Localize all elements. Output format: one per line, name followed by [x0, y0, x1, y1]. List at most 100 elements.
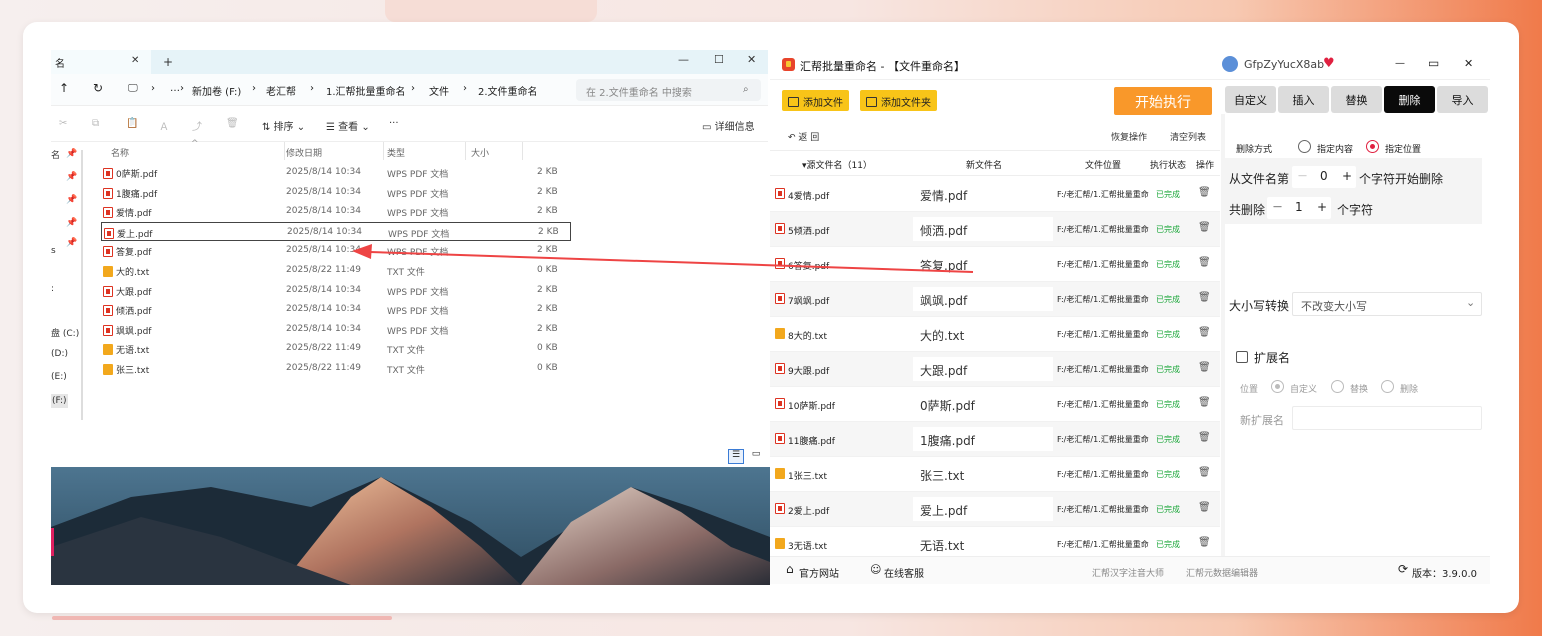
grid-row[interactable]: 6答复.pdf 答复.pdf F:/老汇帮/1.汇帮批量重命 已完成 🗑: [770, 247, 1220, 282]
add-file-button[interactable]: 添加文件: [782, 90, 849, 111]
nav-item[interactable]: 名: [51, 148, 60, 161]
cut-icon[interactable]: ✂: [59, 118, 67, 129]
app-maximize-button[interactable]: ▭: [1428, 56, 1439, 70]
trash-icon[interactable]: 🗑: [1198, 222, 1211, 233]
delete-count-value[interactable]: 1: [1295, 200, 1303, 214]
sort-button[interactable]: ⇅ 排序 ⌄: [262, 118, 305, 133]
decrement-icon[interactable]: —: [1298, 171, 1307, 181]
minimize-button[interactable]: —: [678, 53, 689, 66]
trash-icon[interactable]: 🗑: [1198, 502, 1211, 513]
column-type[interactable]: 类型: [387, 146, 405, 159]
start-position-stepper[interactable]: — 0 +: [1292, 166, 1356, 188]
back-button[interactable]: ↶ 返 回: [788, 130, 819, 143]
trash-icon[interactable]: 🗑: [1198, 362, 1211, 373]
rename-icon[interactable]: Ａ: [159, 118, 169, 133]
list-view-icon[interactable]: ☰: [728, 449, 744, 464]
grid-row[interactable]: 10萨斯.pdf 0萨斯.pdf F:/老汇帮/1.汇帮批量重命 已完成 🗑: [770, 387, 1220, 422]
option-delete[interactable]: 删除: [1400, 382, 1418, 395]
start-button[interactable]: 开始执行: [1114, 87, 1212, 115]
radio-replace[interactable]: [1331, 380, 1344, 393]
drive-f[interactable]: (F:): [51, 394, 68, 408]
pinyin-tool-link[interactable]: 汇帮汉字注音大师: [1092, 566, 1164, 579]
user-avatar[interactable]: [1222, 56, 1238, 72]
app-minimize-button[interactable]: —: [1395, 58, 1405, 69]
extension-checkbox[interactable]: [1236, 351, 1248, 363]
explorer-tab[interactable]: 名 ✕: [51, 50, 151, 74]
file-row[interactable]: 无语.txt 2025/8/22 11:49 TXT 文件 0 KB: [101, 339, 571, 358]
view-button[interactable]: ☰ 查看 ⌄: [326, 118, 370, 133]
trash-icon[interactable]: 🗑: [1198, 187, 1211, 198]
close-tab-icon[interactable]: ✕: [131, 55, 139, 66]
nav-item[interactable]: :: [51, 284, 54, 294]
increment-icon[interactable]: +: [1317, 200, 1327, 214]
tile-view-icon[interactable]: ▭: [748, 449, 764, 464]
trash-icon[interactable]: 🗑: [1198, 432, 1211, 443]
col-new-name[interactable]: 新文件名: [966, 158, 1002, 171]
user-name[interactable]: GfpZyYucX8ab: [1244, 58, 1324, 71]
tab-replace[interactable]: 替换: [1331, 86, 1382, 113]
app-close-button[interactable]: ✕: [1464, 57, 1473, 70]
column-name[interactable]: 名称: [111, 146, 129, 159]
file-row[interactable]: 飒飒.pdf 2025/8/14 10:34 WPS PDF 文档 2 KB: [101, 320, 571, 339]
tab-import[interactable]: 导入: [1437, 86, 1488, 113]
more-path-icon[interactable]: …: [170, 83, 180, 94]
trash-icon[interactable]: 🗑: [1198, 467, 1211, 478]
breadcrumb-item[interactable]: 1.汇帮批量重命名: [326, 83, 406, 98]
grid-row[interactable]: 4爱情.pdf 爱情.pdf F:/老汇帮/1.汇帮批量重命 已完成 🗑: [770, 177, 1220, 212]
add-folder-button[interactable]: 添加文件夹: [860, 90, 937, 111]
paste-icon[interactable]: 📋: [126, 118, 138, 129]
column-date[interactable]: 修改日期: [286, 146, 322, 159]
col-path[interactable]: 文件位置: [1085, 158, 1121, 171]
grid-row[interactable]: 5倾洒.pdf 倾洒.pdf F:/老汇帮/1.汇帮批量重命 已完成 🗑: [770, 212, 1220, 247]
restore-button[interactable]: 恢复操作: [1111, 130, 1147, 143]
breadcrumb-item[interactable]: 文件: [429, 83, 449, 98]
trash-icon[interactable]: 🗑: [1198, 397, 1211, 408]
vip-heart-icon[interactable]: ♥: [1323, 56, 1335, 71]
radio-specified-position[interactable]: [1366, 140, 1379, 153]
tab-insert[interactable]: 插入: [1278, 86, 1329, 113]
increment-icon[interactable]: +: [1342, 169, 1352, 183]
details-pane-button[interactable]: ▭ 详细信息: [702, 118, 755, 133]
col-status[interactable]: 执行状态: [1150, 158, 1186, 171]
breadcrumb-item[interactable]: 老汇帮: [266, 83, 296, 98]
file-row[interactable]: 爱情.pdf 2025/8/14 10:34 WPS PDF 文档 2 KB: [101, 202, 571, 221]
tab-custom[interactable]: 自定义: [1225, 86, 1276, 113]
radio-custom[interactable]: [1271, 380, 1284, 393]
new-extension-input[interactable]: [1292, 406, 1482, 430]
clear-list-button[interactable]: 清空列表: [1170, 130, 1206, 143]
case-convert-select[interactable]: 不改变大小写 ⌄: [1292, 292, 1482, 316]
support-link[interactable]: 在线客服: [884, 565, 924, 580]
grid-row[interactable]: 2爱上.pdf 爱上.pdf F:/老汇帮/1.汇帮批量重命 已完成 🗑: [770, 492, 1220, 527]
col-original-name[interactable]: ▾源文件名（11）: [802, 158, 872, 171]
search-input[interactable]: 在 2.文件重命名 中搜索 ⌕: [576, 79, 761, 101]
breadcrumb-item[interactable]: 2.文件重命名: [478, 83, 538, 98]
breadcrumb-item[interactable]: 新加卷 (F:): [192, 83, 241, 98]
option-custom[interactable]: 自定义: [1290, 382, 1317, 395]
drive-d[interactable]: (D:): [51, 349, 68, 359]
grid-row[interactable]: 7飒飒.pdf 飒飒.pdf F:/老汇帮/1.汇帮批量重命 已完成 🗑: [770, 282, 1220, 317]
radio-specified-content[interactable]: [1298, 140, 1311, 153]
option-replace[interactable]: 替换: [1350, 382, 1368, 395]
copy-icon[interactable]: ⧉: [92, 118, 99, 129]
file-row[interactable]: 答复.pdf 2025/8/14 10:34 WPS PDF 文档 2 KB: [101, 241, 571, 260]
grid-row[interactable]: 11腹痛.pdf 1腹痛.pdf F:/老汇帮/1.汇帮批量重命 已完成 🗑: [770, 422, 1220, 457]
up-arrow-icon[interactable]: ↑: [59, 81, 69, 95]
trash-icon[interactable]: 🗑: [1198, 292, 1211, 303]
grid-row[interactable]: 9大跟.pdf 大跟.pdf F:/老汇帮/1.汇帮批量重命 已完成 🗑: [770, 352, 1220, 387]
new-tab-button[interactable]: +: [163, 55, 173, 69]
maximize-button[interactable]: ☐: [714, 53, 724, 66]
more-options-icon[interactable]: ···: [389, 118, 399, 129]
file-row[interactable]: 1腹痛.pdf 2025/8/14 10:34 WPS PDF 文档 2 KB: [101, 183, 571, 202]
file-row[interactable]: 0萨斯.pdf 2025/8/14 10:34 WPS PDF 文档 2 KB: [101, 163, 571, 182]
trash-icon[interactable]: 🗑: [1198, 327, 1211, 338]
metadata-tool-link[interactable]: 汇帮元数据编辑器: [1186, 566, 1258, 579]
option-specified-content[interactable]: 指定内容: [1317, 142, 1353, 155]
delete-count-stepper[interactable]: — 1 +: [1267, 197, 1331, 219]
file-row[interactable]: 张三.txt 2025/8/22 11:49 TXT 文件 0 KB: [101, 359, 571, 378]
file-row[interactable]: 倾洒.pdf 2025/8/14 10:34 WPS PDF 文档 2 KB: [101, 300, 571, 319]
trash-icon[interactable]: 🗑: [1198, 257, 1211, 268]
drive-c[interactable]: 盘 (C:): [51, 326, 79, 339]
col-operation[interactable]: 操作: [1196, 158, 1214, 171]
refresh-icon[interactable]: ↻: [93, 81, 103, 95]
website-link[interactable]: 官方网站: [799, 565, 839, 580]
